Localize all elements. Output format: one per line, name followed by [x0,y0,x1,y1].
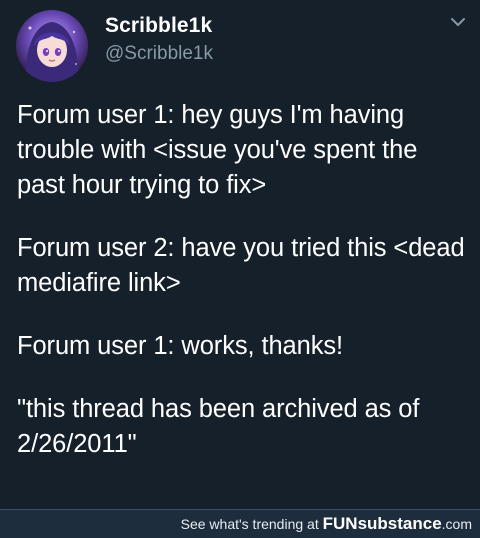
tweet-paragraph: Forum user 1: works, thanks! [17,332,343,360]
watermark-footer: See what's trending at FUNsubstance.com [0,509,480,538]
tweet-body: Forum user 1: hey guys I'm having troubl… [17,98,467,490]
trending-link[interactable]: See what's trending at FUNsubstance.com [181,514,472,534]
display-name[interactable]: Scribble1k [105,14,212,38]
tweet-paragraph: "this thread has been archived as of 2/2… [17,395,420,458]
tweet-header: Scribble1k @Scribble1k [0,0,480,90]
chevron-down-icon[interactable] [448,12,468,32]
footer-prefix: See what's trending at [180,516,323,532]
tweet-paragraph: Forum user 1: hey guys I'm having troubl… [17,101,418,199]
brand-sub: substance [357,514,442,533]
brand-fun: FUN [322,514,358,533]
tweet-paragraph: Forum user 2: have you tried this <dead … [17,234,465,297]
brand-domain: .com [441,516,472,532]
user-handle[interactable]: @Scribble1k [105,43,213,65]
anime-avatar-image [16,10,88,82]
avatar[interactable] [16,10,88,82]
